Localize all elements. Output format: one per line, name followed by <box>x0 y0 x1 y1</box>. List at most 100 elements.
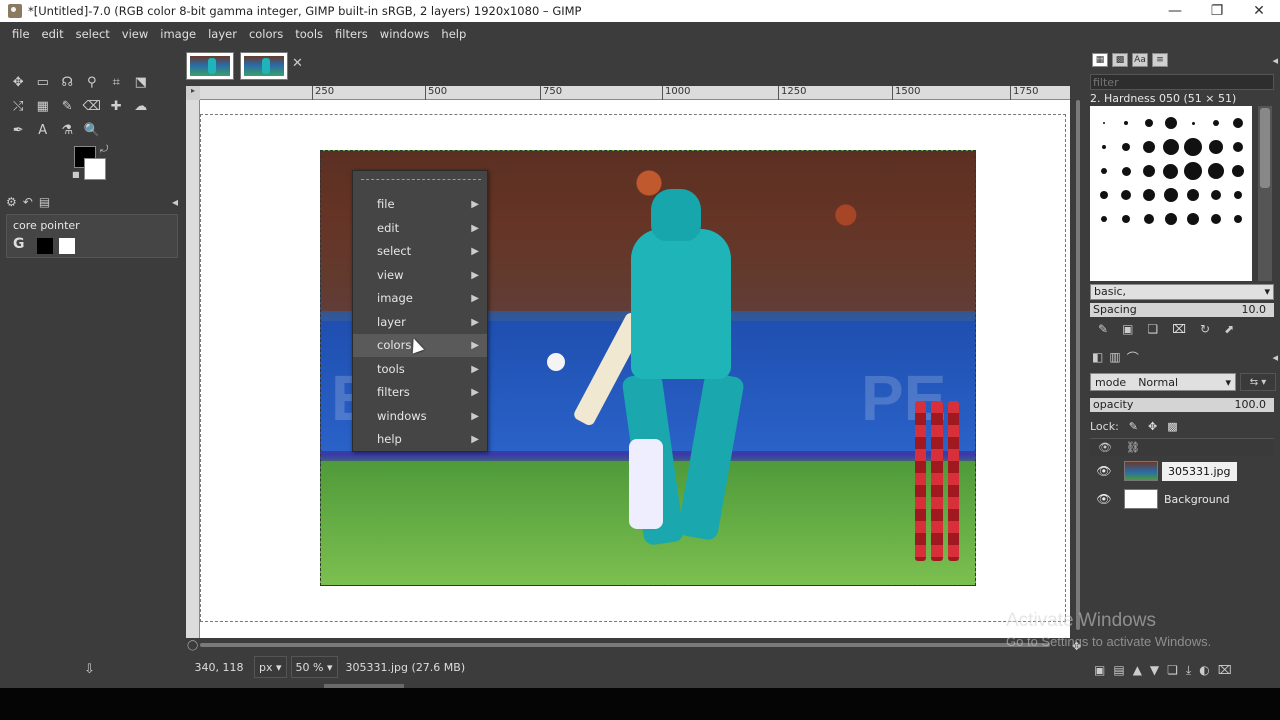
heal-icon[interactable]: ✚ <box>104 94 129 118</box>
patterns-tab-icon[interactable]: ▩ <box>1112 53 1128 67</box>
brush-preset[interactable] <box>1228 136 1248 158</box>
merge-layer-icon[interactable]: ⤓ <box>1186 663 1191 678</box>
rect-select-icon[interactable]: ▭ <box>31 70 56 94</box>
menu-filters[interactable]: filters <box>329 27 374 41</box>
brush-preset[interactable] <box>1161 112 1181 134</box>
edit-brush-icon[interactable]: ✎ <box>1098 322 1108 336</box>
quick-mask-icon[interactable]: ◯ <box>187 640 198 651</box>
brush-preset[interactable] <box>1116 184 1136 206</box>
vertical-scrollbar[interactable] <box>1070 86 1086 652</box>
brush-preset[interactable] <box>1094 136 1114 158</box>
context-menu-item-help[interactable]: help ▶ <box>353 428 487 451</box>
swap-colors-icon[interactable]: ⤾ <box>100 144 108 155</box>
context-menu-item-tools[interactable]: tools ▶ <box>353 358 487 381</box>
brush-preset[interactable] <box>1116 112 1136 134</box>
paths-icon[interactable]: ✒ <box>6 118 31 142</box>
new-brush-icon[interactable]: ▣ <box>1122 322 1133 336</box>
paths-tab-icon[interactable]: ⌒ <box>1127 349 1139 366</box>
background-color-swatch[interactable] <box>84 158 106 180</box>
channels-tab-icon[interactable]: ▥ <box>1109 350 1120 364</box>
brush-preset[interactable] <box>1183 160 1203 182</box>
context-menu-item-file[interactable]: file ▶ <box>353 193 487 216</box>
brush-preset[interactable] <box>1228 208 1248 230</box>
lock-position-icon[interactable]: ✥ <box>1148 420 1157 433</box>
context-menu-item-view[interactable]: view ▶ <box>353 264 487 287</box>
move-tool-icon[interactable]: ✥ <box>6 70 31 94</box>
unit-select[interactable]: px ▾ <box>254 656 287 678</box>
text-tool-icon[interactable]: A <box>31 118 56 142</box>
brush-preset[interactable] <box>1139 136 1159 158</box>
reset-colors-icon[interactable]: ■ <box>72 170 80 179</box>
brush-preset[interactable] <box>1116 160 1136 182</box>
brushes-tab-icon[interactable]: ▦ <box>1092 53 1108 67</box>
brush-preset[interactable] <box>1205 112 1225 134</box>
brush-list-scrollbar[interactable] <box>1258 106 1272 281</box>
menu-colors[interactable]: colors <box>243 27 289 41</box>
color-picker-icon[interactable]: ⚗ <box>55 118 80 142</box>
lock-alpha-icon[interactable]: ▩ <box>1167 420 1177 433</box>
zoom-select[interactable]: 50 % ▾ <box>290 656 338 678</box>
brush-preset[interactable] <box>1205 184 1225 206</box>
brush-grid[interactable] <box>1090 106 1252 281</box>
close-tab-icon[interactable]: ✕ <box>292 56 303 71</box>
brush-preset[interactable] <box>1183 112 1203 134</box>
document-history-tab-icon[interactable]: ≡ <box>1152 53 1168 67</box>
device-status-tab-icon[interactable]: ⚙ <box>6 195 17 209</box>
duplicate-brush-icon[interactable]: ❏ <box>1147 322 1158 336</box>
composite-mode-button[interactable]: ⇆ ▾ <box>1240 373 1276 391</box>
add-mask-icon[interactable]: ◐ <box>1199 663 1209 677</box>
brush-tag-select[interactable]: basic, ▾ <box>1090 284 1274 300</box>
brush-preset[interactable] <box>1139 184 1159 206</box>
image-tab-1[interactable] <box>186 52 234 80</box>
brush-preset[interactable] <box>1161 136 1181 158</box>
context-menu-item-layer[interactable]: layer ▶ <box>353 311 487 334</box>
configure-tab-icon[interactable]: ◂ <box>1272 351 1278 364</box>
ruler-corner[interactable]: ▸ <box>186 86 200 100</box>
layer-row[interactable]: 👁 305331.jpg <box>1090 458 1274 484</box>
brush-preset[interactable] <box>1116 136 1136 158</box>
layer-opacity-slider[interactable]: opacity 100.0 <box>1090 398 1274 412</box>
layer-mode-select[interactable]: mode Normal ▾ <box>1090 373 1236 391</box>
context-menu-item-image[interactable]: image ▶ <box>353 287 487 310</box>
brush-preset[interactable] <box>1094 208 1114 230</box>
unified-transform-icon[interactable]: ⬔ <box>129 70 154 94</box>
menu-help[interactable]: help <box>435 27 472 41</box>
crop-icon[interactable]: ⌗ <box>104 70 129 94</box>
brush-preset[interactable] <box>1205 136 1225 158</box>
save-device-status-icon[interactable]: ⇩ <box>84 662 95 677</box>
refresh-brushes-icon[interactable]: ↻ <box>1200 322 1210 336</box>
brush-preset[interactable] <box>1139 208 1159 230</box>
brush-preset[interactable] <box>1094 184 1114 206</box>
menu-windows[interactable]: windows <box>374 27 436 41</box>
brush-spacing-slider[interactable]: Spacing 10.0 <box>1090 303 1274 317</box>
delete-layer-icon[interactable]: ⌧ <box>1218 663 1232 677</box>
brush-preset[interactable] <box>1161 184 1181 206</box>
context-menu-item-select[interactable]: select ▶ <box>353 240 487 263</box>
menu-layer[interactable]: layer <box>202 27 243 41</box>
context-menu-item-windows[interactable]: windows ▶ <box>353 405 487 428</box>
horizontal-scrollbar[interactable] <box>186 638 1070 652</box>
vertical-ruler[interactable] <box>186 100 200 638</box>
eye-icon[interactable]: 👁 <box>1090 492 1118 506</box>
menu-tools[interactable]: tools <box>289 27 329 41</box>
fonts-tab-icon[interactable]: Aa <box>1132 53 1148 67</box>
zoom-icon[interactable]: 🔍 <box>80 118 105 142</box>
layer-name[interactable]: 305331.jpg <box>1162 461 1237 481</box>
brush-preset[interactable] <box>1183 184 1203 206</box>
warp-transform-icon[interactable]: ⤭ <box>6 94 31 118</box>
paintbrush-icon[interactable]: ✎ <box>55 94 80 118</box>
layer-row[interactable]: 👁 Background <box>1090 486 1274 512</box>
lower-layer-icon[interactable]: ▼ <box>1150 663 1159 677</box>
brush-preset[interactable] <box>1094 112 1114 134</box>
close-button[interactable]: ✕ <box>1238 0 1280 22</box>
configure-tab-icon[interactable]: ◂ <box>1272 54 1278 67</box>
undo-history-tab-icon[interactable]: ↶ <box>23 195 33 209</box>
eraser-icon[interactable]: ⌫ <box>80 94 105 118</box>
duplicate-layer-icon[interactable]: ❏ <box>1167 663 1178 677</box>
menu-edit[interactable]: edit <box>36 27 70 41</box>
brush-preset[interactable] <box>1228 112 1248 134</box>
brush-preset[interactable] <box>1205 160 1225 182</box>
raise-layer-icon[interactable]: ▲ <box>1133 663 1142 677</box>
brush-preset[interactable] <box>1228 160 1248 182</box>
smudge-icon[interactable]: ☁ <box>129 94 154 118</box>
